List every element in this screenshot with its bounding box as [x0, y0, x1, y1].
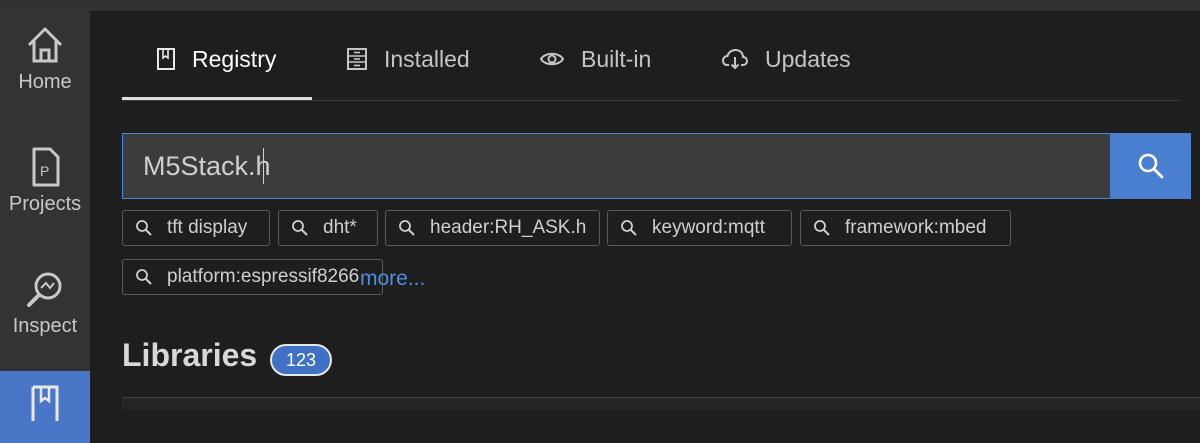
- suggestion-label: dht*: [323, 217, 357, 238]
- tab-built-in[interactable]: Built-in: [539, 41, 651, 77]
- libraries-heading: Libraries: [122, 337, 258, 373]
- inspect-icon: [27, 272, 62, 307]
- eye-icon: [539, 52, 565, 66]
- sidebar-item-inspect[interactable]: Inspect: [0, 267, 90, 377]
- cloud-download-icon: [721, 48, 749, 70]
- search-icon: [136, 269, 152, 285]
- sidebar-item-projects[interactable]: P Projects: [0, 145, 90, 255]
- suggestion-chip[interactable]: framework:mbed: [800, 210, 1011, 246]
- suggestion-label: platform:espressif8266: [167, 266, 360, 287]
- suggestion-label: keyword:mqtt: [652, 217, 765, 238]
- sidebar-item-label: Home: [18, 71, 72, 93]
- suggestion-chip[interactable]: platform:espressif8266: [122, 259, 383, 295]
- tab-updates[interactable]: Updates: [721, 41, 851, 77]
- suggestion-label: tft display: [167, 217, 248, 238]
- activity-sidebar: Home P Projects Inspect: [0, 11, 90, 443]
- svg-text:P: P: [40, 163, 49, 179]
- search-icon: [292, 220, 308, 236]
- suggestion-chip[interactable]: dht*: [278, 210, 378, 246]
- tab-label: Updates: [765, 45, 851, 72]
- projects-icon: P: [32, 147, 60, 187]
- libraries-icon: [31, 385, 59, 421]
- search-icon: [621, 220, 637, 236]
- cabinet-icon: [347, 48, 367, 70]
- tab-installed[interactable]: Installed: [346, 41, 470, 77]
- tab-label: Built-in: [581, 45, 652, 72]
- sidebar-item-home[interactable]: Home: [0, 23, 90, 133]
- tab-label: Registry: [192, 45, 277, 72]
- search-button[interactable]: [1110, 133, 1191, 199]
- search-icon: [136, 220, 152, 236]
- text-caret: [263, 148, 264, 184]
- search-input[interactable]: [123, 149, 1095, 183]
- more-suggestions-link[interactable]: more...: [360, 267, 425, 291]
- sidebar-item-label: Inspect: [12, 315, 78, 337]
- search-icon: [1138, 153, 1163, 179]
- search-icon: [399, 220, 415, 236]
- sidebar-item-libraries[interactable]: [0, 371, 90, 443]
- suggestion-chip[interactable]: keyword:mqtt: [607, 210, 792, 246]
- home-icon: [27, 27, 63, 63]
- suggestion-chip[interactable]: tft display: [122, 210, 270, 246]
- libraries-count-badge: 123: [270, 344, 332, 376]
- tab-bar: Registry Installed Built-in Updates: [122, 11, 1180, 101]
- library-manager: Registry Installed Built-in Updates M5St…: [90, 11, 1200, 410]
- search-icon: [814, 220, 830, 236]
- suggestion-chip[interactable]: header:RH_ASK.h: [385, 210, 600, 246]
- suggestion-label: framework:mbed: [845, 217, 987, 238]
- suggestion-label: header:RH_ASK.h: [430, 217, 587, 238]
- tab-label: Installed: [384, 45, 470, 72]
- search-box: [122, 133, 1112, 199]
- book-icon: [157, 48, 175, 70]
- library-list: [122, 397, 1200, 410]
- tab-registry[interactable]: Registry: [156, 41, 276, 77]
- window-top-strip: [0, 0, 1200, 11]
- active-tab-indicator: [122, 97, 312, 100]
- sidebar-item-label: Projects: [8, 193, 82, 215]
